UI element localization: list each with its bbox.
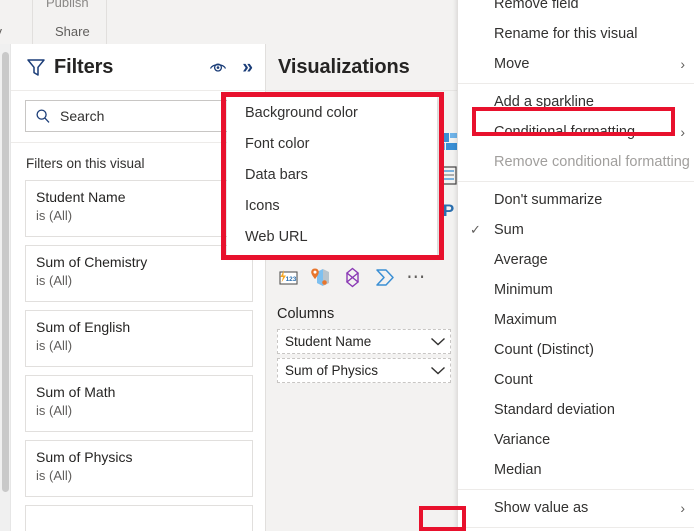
menu-item-count[interactable]: Count (458, 365, 694, 395)
filter-field-name: Student Name (36, 189, 126, 205)
conditional-formatting-submenu-highlight (221, 92, 444, 260)
ribbon-sensitivity-label[interactable]: ity (0, 24, 31, 39)
filter-card-partial[interactable] (25, 505, 253, 531)
azure-map-icon[interactable] (305, 262, 336, 293)
menu-item-label: Move (494, 56, 530, 72)
menu-item-remove-field[interactable]: Remove field (458, 0, 694, 19)
menu-item-label: Variance (494, 432, 551, 448)
visualizations-pane-header: Visualizations (266, 44, 461, 91)
filter-field-name: Sum of English (36, 319, 131, 335)
menu-item-maximum[interactable]: Maximum (458, 305, 694, 335)
search-icon (35, 108, 51, 124)
search-input[interactable]: Search (25, 100, 253, 132)
report-canvas-scrollbar[interactable] (0, 44, 11, 531)
column-field-sum-of-physics[interactable]: Sum of Physics (277, 358, 451, 383)
menu-item-label: Rename for this visual (494, 26, 638, 42)
menu-item-label: Show value as (494, 500, 589, 516)
filters-header-actions: » (208, 58, 253, 77)
chevron-right-icon: › (680, 500, 685, 516)
column-field-student-name[interactable]: Student Name (277, 329, 451, 354)
chevron-right-icon: › (680, 124, 685, 140)
filter-card[interactable]: Sum of Physics is (All) (25, 440, 253, 497)
power-apps-icon[interactable]: 123 (273, 262, 304, 293)
chevron-down-icon[interactable] (430, 362, 446, 380)
column-field-name: Sum of Physics (285, 363, 379, 378)
menu-item-remove-conditional-formatting: Remove conditional formatting (458, 147, 694, 177)
scrollbar-thumb[interactable] (2, 52, 9, 492)
menu-item-median[interactable]: Median (458, 455, 694, 485)
columns-label: Columns (277, 306, 335, 322)
menu-item-label: Don't summarize (494, 192, 603, 208)
menu-item-label: Maximum (494, 312, 557, 328)
double-chevron-right-icon[interactable]: » (242, 58, 253, 77)
menu-separator (458, 527, 694, 528)
filters-pane-header: Filters » (11, 44, 265, 91)
filters-pane-title: Filters (54, 55, 114, 78)
conditional-formatting-menu-item-highlight (472, 107, 675, 136)
power-automate-icon[interactable] (337, 262, 368, 293)
filter-condition: is (All) (36, 273, 73, 289)
menu-item-dont-summarize[interactable]: Don't summarize (458, 185, 694, 215)
menu-item-standard-deviation[interactable]: Standard deviation (458, 395, 694, 425)
menu-item-label: Sum (494, 222, 524, 238)
filter-condition: is (All) (36, 468, 73, 484)
menu-item-label: Average (494, 252, 548, 268)
menu-item-variance[interactable]: Variance (458, 425, 694, 455)
chevron-right-icon: › (680, 56, 685, 72)
menu-item-show-value-as[interactable]: Show value as › (458, 493, 694, 523)
menu-item-count-distinct[interactable]: Count (Distinct) (458, 335, 694, 365)
power-bi-report-editor: ity Publish Share Filters (0, 0, 694, 531)
sum-of-physics-dropdown-highlight (419, 506, 466, 531)
filters-on-this-visual-label: Filters on this visual (26, 156, 145, 171)
filter-card[interactable]: Sum of Math is (All) (25, 375, 253, 432)
ribbon-divider-2 (106, 0, 107, 44)
menu-item-move[interactable]: Move › (458, 49, 694, 79)
filter-field-name: Sum of Chemistry (36, 254, 148, 270)
menu-item-label: Standard deviation (494, 402, 615, 418)
menu-item-label: Count (494, 372, 533, 388)
menu-item-label: Count (Distinct) (494, 342, 594, 358)
chevron-down-icon[interactable] (430, 333, 446, 351)
menu-item-average[interactable]: Average (458, 245, 694, 275)
filter-funnel-icon (25, 56, 47, 78)
ribbon-sensitivity-label-top (0, 0, 28, 11)
menu-item-rename-for-this-visual[interactable]: Rename for this visual (458, 19, 694, 49)
menu-item-minimum[interactable]: Minimum (458, 275, 694, 305)
filter-field-name: Sum of Math (36, 384, 116, 400)
column-field-name: Student Name (285, 334, 372, 349)
menu-separator (458, 83, 694, 84)
ribbon-share-label[interactable]: Share (55, 24, 125, 39)
checkmark-icon: ✓ (470, 222, 481, 237)
columns-section: Columns Student Name Sum of Physics (266, 298, 461, 383)
menu-separator (458, 181, 694, 182)
menu-item-label: Median (494, 462, 542, 478)
search-placeholder-text: Search (60, 108, 105, 124)
eye-icon[interactable] (208, 59, 228, 75)
menu-item-label: Minimum (494, 282, 553, 298)
filter-card[interactable]: Sum of English is (All) (25, 310, 253, 367)
filter-condition: is (All) (36, 403, 73, 419)
visualizations-pane-title: Visualizations (278, 55, 410, 78)
menu-separator (458, 489, 694, 490)
menu-item-sum[interactable]: ✓ Sum (458, 215, 694, 245)
menu-item-label: Remove field (494, 0, 579, 12)
filter-condition: is (All) (36, 208, 73, 224)
more-options-icon[interactable]: ⋯ (401, 262, 432, 293)
filter-condition: is (All) (36, 338, 73, 354)
field-context-menu: Remove field Rename for this visual Move… (457, 0, 694, 531)
filter-field-name: Sum of Physics (36, 449, 133, 465)
filter-card[interactable]: Sum of Chemistry is (All) (25, 245, 253, 302)
svg-text:P: P (443, 201, 454, 220)
arcgis-maps-icon[interactable] (369, 262, 400, 293)
menu-item-label: Remove conditional formatting (494, 154, 690, 170)
ribbon-group-strip: ity Publish Share (0, 0, 322, 44)
svg-text:123: 123 (286, 276, 297, 283)
filter-card[interactable]: Student Name is (All) (25, 180, 253, 237)
ribbon-publish-label[interactable]: Publish (46, 0, 136, 10)
ribbon-divider-1 (32, 0, 33, 44)
